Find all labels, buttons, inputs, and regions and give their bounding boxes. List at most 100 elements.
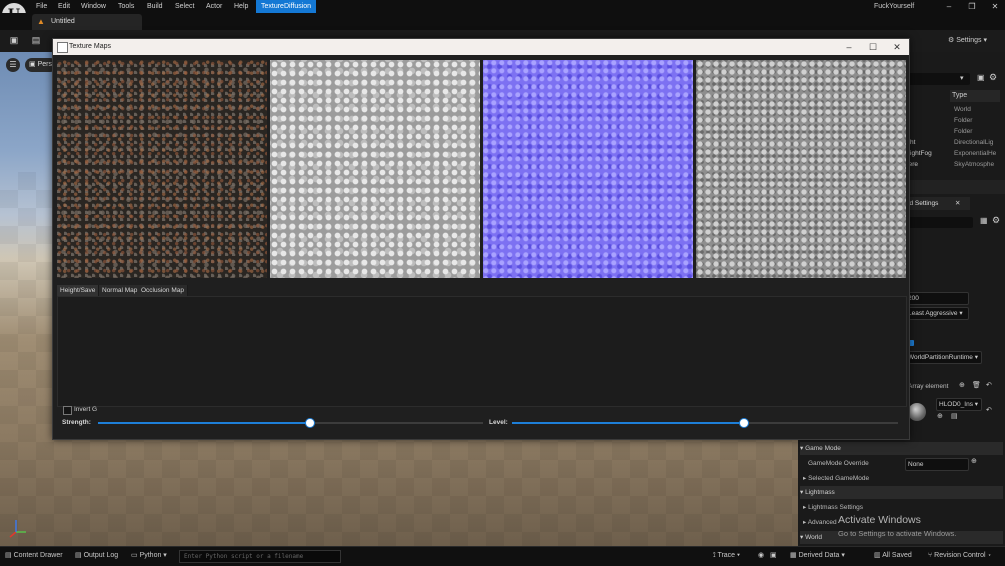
menu-build[interactable]: Build <box>147 0 163 13</box>
menu-edit[interactable]: Edit <box>58 0 70 13</box>
table-view-icon[interactable]: ▦ <box>980 216 988 225</box>
partition-value: WorldPartitionRuntime <box>908 354 973 361</box>
window-icon <box>57 42 68 53</box>
dialog-title-bar[interactable]: Texture Maps – ☐ ✕ <box>53 39 909 55</box>
texture-maps-dialog[interactable]: Texture Maps – ☐ ✕ Height/Save Normal Ma… <box>52 38 910 440</box>
details-search-input[interactable] <box>905 217 973 228</box>
lightmass-settings-label: Lightmass Settings <box>808 504 863 511</box>
delete-icon[interactable]: 🗑 <box>972 381 981 389</box>
reset-icon[interactable]: ↶ <box>986 381 992 389</box>
add-folder-icon[interactable]: ▣ <box>977 73 985 82</box>
selected-gamemode-row[interactable]: ▸ Selected GameMode <box>803 472 869 485</box>
python-command-input[interactable]: Enter Python script or a filename <box>179 550 341 563</box>
gamemode-override-dropdown[interactable]: None <box>905 458 969 471</box>
menu-file[interactable]: File <box>36 0 47 13</box>
advanced-label: Advanced <box>807 519 837 526</box>
axis-gizmo-icon <box>9 520 26 538</box>
derived-data-label: Derived Data <box>798 552 840 559</box>
browse-asset-icon[interactable]: ▤ <box>951 412 958 420</box>
section-label: Lightmass <box>805 489 835 496</box>
partition-dropdown[interactable]: WorldPartitionRuntime ▾ <box>905 351 982 364</box>
section-label: World <box>805 534 822 541</box>
settings-label: Settings <box>956 37 982 44</box>
maximize-icon[interactable]: ❐ <box>961 0 983 13</box>
gamemode-override-label: GameMode Override <box>808 460 869 467</box>
perspective-label: Pers <box>37 61 52 68</box>
level-slider-fill <box>512 422 744 424</box>
array-element-label: Array element <box>908 383 949 390</box>
menu-window[interactable]: Window <box>81 0 106 13</box>
minimize-icon[interactable]: – <box>938 0 960 13</box>
revision-control-dropdown[interactable]: ⑂ Revision Control ▾ <box>928 546 992 565</box>
viewport-menu-icon[interactable]: ☰ <box>6 58 20 72</box>
reset-hlod-icon[interactable]: ↶ <box>986 406 992 414</box>
menu-actor[interactable]: Actor <box>206 0 222 13</box>
trace-dropdown[interactable]: ⟟ Trace ▾ <box>713 546 740 565</box>
menu-help[interactable]: Help <box>234 0 248 13</box>
dialog-close-icon[interactable]: ✕ <box>885 39 909 55</box>
camera-icon: ▣ <box>29 61 38 68</box>
level-icon: ▲ <box>37 17 45 26</box>
activate-windows-title: Activate Windows <box>838 514 921 526</box>
derived-data-dropdown[interactable]: ▦ Derived Data ▾ <box>790 546 845 565</box>
document-tab[interactable]: ▲ Untitled <box>32 14 142 30</box>
material-thumbnail[interactable] <box>908 403 926 421</box>
outliner-type: World <box>954 106 971 113</box>
chevron-down-icon[interactable]: ▾ <box>960 74 964 82</box>
all-saved-indicator[interactable]: ▥ All Saved <box>874 546 912 565</box>
section-lightmass[interactable]: ▾ Lightmass <box>800 486 1003 499</box>
save-icon[interactable]: ▣ <box>8 35 20 46</box>
browse-icon[interactable]: ▤ <box>30 35 42 46</box>
invert-g-checkbox[interactable] <box>63 406 72 415</box>
add-element-icon[interactable]: ⊕ <box>959 381 965 389</box>
trace-label: Trace <box>717 552 736 559</box>
outliner-type: Folder <box>954 117 973 124</box>
world-settings-tab[interactable]: ld Settings ✕ <box>905 197 970 210</box>
user-name: FuckYourself <box>874 3 915 10</box>
camera-capture-icon[interactable]: ▣ <box>770 546 777 565</box>
tab-normal-map[interactable]: Normal Map <box>99 285 142 296</box>
settings-button[interactable]: ⚙ Settings ▾ <box>948 34 987 48</box>
outliner-settings-gear-icon[interactable]: ⚙ <box>989 72 997 83</box>
outliner-type: SkyAtmosphe <box>954 161 995 168</box>
menu-tools[interactable]: Tools <box>118 0 134 13</box>
tab-height-save[interactable]: Height/Save <box>57 285 100 296</box>
save-status-icon: ▥ <box>874 552 883 559</box>
dialog-minimize-icon[interactable]: – <box>837 39 861 55</box>
occlusion-map-preview <box>696 60 906 278</box>
height-map-preview <box>270 60 480 278</box>
section-game-mode[interactable]: ▾ Game Mode <box>800 442 1003 455</box>
record-icon[interactable]: ◉ <box>758 546 764 565</box>
advanced-row[interactable]: ▸ Advanced <box>803 516 837 529</box>
strength-slider-thumb[interactable] <box>305 418 315 428</box>
details-gear-icon[interactable]: ⚙ <box>992 215 1000 226</box>
level-slider-thumb[interactable] <box>739 418 749 428</box>
tab-occlusion-map[interactable]: Occlusion Map <box>138 285 188 296</box>
menu-select[interactable]: Select <box>175 0 194 13</box>
use-selected-icon[interactable]: ⊕ <box>971 457 977 465</box>
content-drawer-button[interactable]: ▤ Content Drawer <box>5 546 63 565</box>
value-field[interactable]: 200 <box>905 292 969 305</box>
activate-windows-subtitle: Go to Settings to activate Windows. <box>838 529 957 538</box>
level-label: Level: <box>489 419 508 426</box>
drawer-icon: ▤ <box>5 552 14 559</box>
python-console-dropdown[interactable]: ▭ Python ▾ <box>131 546 167 565</box>
section-label: Game Mode <box>805 445 841 452</box>
outliner-type-header[interactable]: Type <box>950 90 1000 102</box>
dialog-maximize-icon[interactable]: ☐ <box>861 39 885 55</box>
use-asset-icon[interactable]: ⊕ <box>937 412 943 420</box>
revision-control-label: Revision Control <box>934 552 986 559</box>
output-log-button[interactable]: ▤ Output Log <box>75 546 118 565</box>
strength-slider-fill <box>98 422 310 424</box>
aggressiveness-dropdown[interactable]: Least Aggressive ▾ <box>905 307 969 320</box>
output-log-label: Output Log <box>83 552 119 559</box>
strength-label: Strength: <box>62 419 91 426</box>
tab-close-icon[interactable]: ✕ <box>955 197 960 210</box>
lightmass-settings-row[interactable]: ▸ Lightmass Settings <box>803 501 863 514</box>
log-icon: ▤ <box>75 552 84 559</box>
document-tab-label: Untitled <box>51 18 75 25</box>
world-settings-tab-label: ld Settings <box>908 200 939 207</box>
hlod-dropdown[interactable]: HLOD0_Ins ▾ <box>936 398 982 411</box>
menu-texture-diffusion[interactable]: TextureDiffusion <box>256 0 317 13</box>
close-icon[interactable]: ✕ <box>984 0 1005 13</box>
